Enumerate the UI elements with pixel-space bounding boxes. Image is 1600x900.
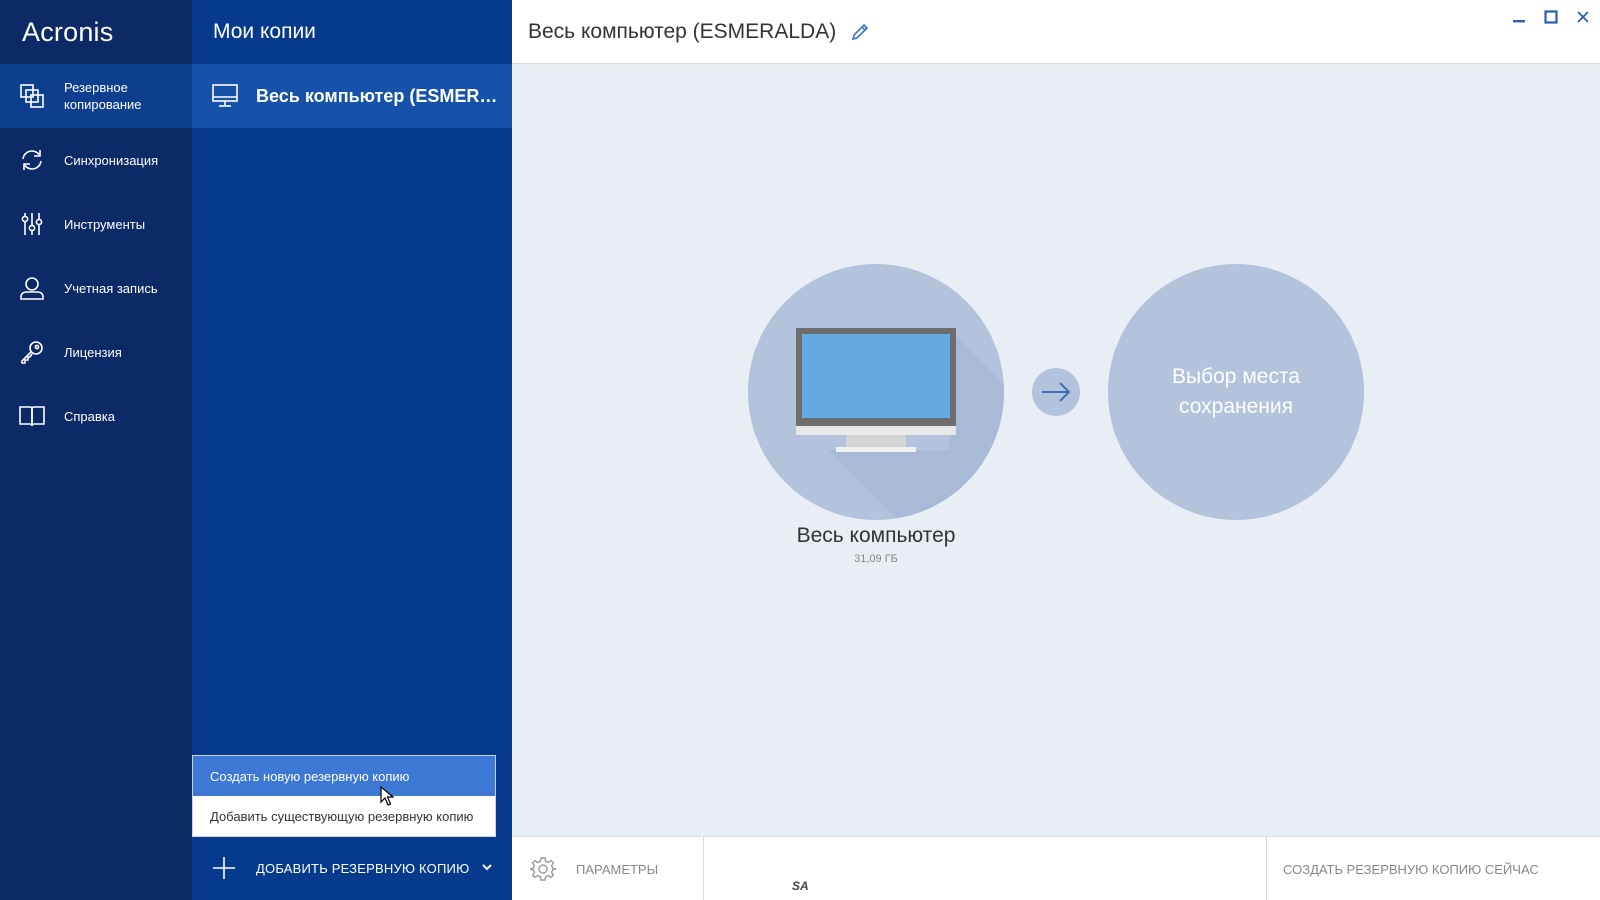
mouse-cursor-icon	[380, 786, 394, 806]
add-existing-backup-option[interactable]: Добавить существующую резервную копию	[193, 796, 495, 836]
sa-mark: SA	[792, 879, 809, 893]
nav-item-help[interactable]: Справка	[0, 384, 192, 448]
close-button[interactable]	[1572, 8, 1594, 26]
source-size: 31,09 ГБ	[854, 553, 898, 565]
tools-icon	[18, 210, 46, 238]
create-new-backup-option[interactable]: Создать новую резервную копию	[193, 756, 495, 796]
source-selector[interactable]	[748, 264, 1004, 520]
nav-label-license: Лицензия	[64, 344, 122, 360]
backup-item-label: Весь компьютер (ESMERALDA)	[256, 85, 508, 106]
add-backup-button[interactable]: ДОБАВИТЬ РЕЗЕРВНУЮ КОПИЮ	[192, 836, 512, 900]
create-backup-now-button[interactable]: СОЗДАТЬ РЕЗЕРВНУЮ КОПИЮ СЕЙЧАС	[1266, 837, 1600, 900]
parameters-button[interactable]: ПАРАМЕТРЫ	[512, 837, 704, 900]
maximize-button[interactable]	[1540, 8, 1562, 26]
monitor-icon	[212, 83, 238, 109]
bottom-toolbar: ПАРАМЕТРЫ SA СОЗДАТЬ РЕЗЕРВНУЮ КОПИЮ СЕЙ…	[512, 836, 1600, 900]
maximize-icon	[1544, 10, 1558, 24]
arrow-connector	[1032, 368, 1080, 416]
backups-panel: Мои копии Весь компьютер (ESMERALDA) Соз…	[192, 0, 512, 900]
plus-icon	[213, 857, 235, 879]
arrow-right-icon	[1042, 382, 1071, 402]
nav-label-backup: Резервное копирование	[64, 80, 142, 112]
page-title: Весь компьютер (ESMERALDA)	[528, 19, 837, 43]
key-icon	[18, 338, 46, 366]
close-icon	[1577, 11, 1589, 23]
book-icon	[18, 402, 46, 430]
backup-icon	[18, 82, 46, 110]
minimize-button[interactable]	[1508, 8, 1530, 26]
add-backup-dropdown: Создать новую резервную копию Добавить с…	[192, 755, 496, 837]
computer-icon	[796, 328, 1004, 520]
account-icon	[18, 274, 46, 302]
panel-title: Мои копии	[213, 20, 316, 43]
nav-item-sync[interactable]: Синхронизация	[0, 128, 192, 192]
nav-label-sync: Синхронизация	[64, 152, 159, 168]
left-nav: Acronis Резервное копирование Синхрониза…	[0, 0, 192, 900]
sync-icon	[18, 146, 46, 174]
window-controls	[1508, 8, 1594, 26]
add-backup-label: ДОБАВИТЬ РЕЗЕРВНУЮ КОПИЮ	[256, 860, 470, 876]
destination-label: Выбор места сохранения	[1172, 365, 1300, 418]
destination-selector[interactable]: Выбор места сохранения	[1108, 264, 1364, 520]
nav-label-help: Справка	[64, 408, 115, 424]
nav-label-account: Учетная запись	[64, 280, 158, 296]
main-header: Весь компьютер (ESMERALDA)	[512, 0, 1600, 64]
parameters-label: ПАРАМЕТРЫ	[576, 861, 659, 877]
nav-item-tools[interactable]: Инструменты	[0, 192, 192, 256]
edit-pencil-icon[interactable]	[850, 22, 870, 42]
minimize-icon	[1513, 20, 1525, 23]
gear-icon	[530, 857, 556, 881]
source-label: Весь компьютер	[796, 524, 956, 547]
chevron-down-icon[interactable]	[480, 860, 494, 874]
backup-list-item[interactable]: Весь компьютер (ESMERALDA)	[192, 64, 512, 128]
nav-label-tools: Инструменты	[64, 216, 146, 232]
acronis-logo: Acronis	[22, 16, 114, 47]
nav-item-license[interactable]: Лицензия	[0, 320, 192, 384]
nav-item-account[interactable]: Учетная запись	[0, 256, 192, 320]
nav-item-backup[interactable]: Резервное копирование	[0, 64, 192, 128]
